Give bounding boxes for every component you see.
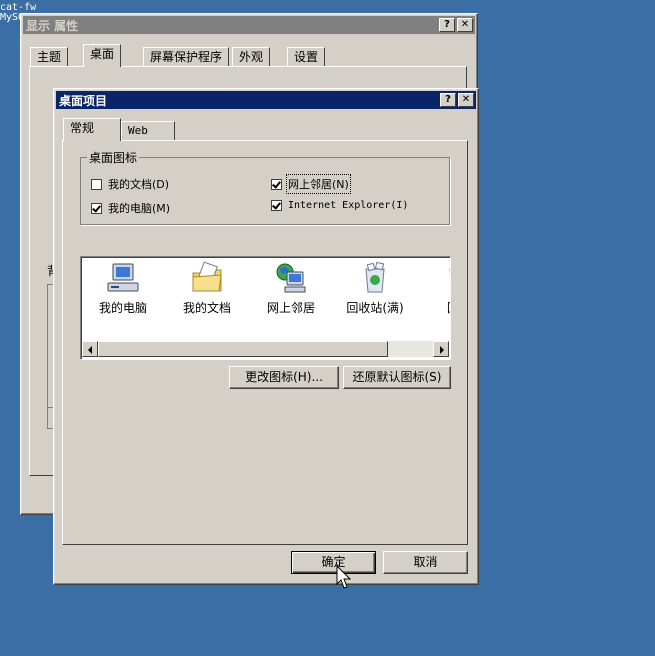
checkbox-label: Internet Explorer(I) xyxy=(288,200,409,211)
my-documents-icon xyxy=(192,261,222,292)
mouse-pointer-icon xyxy=(336,565,352,589)
arrow-right-icon xyxy=(440,346,444,354)
recycle-bin-full-icon xyxy=(365,261,385,293)
scroll-left-button[interactable] xyxy=(82,341,98,357)
desktop-icons-legend: 桌面图标 xyxy=(87,149,140,166)
help-icon: ? xyxy=(444,19,450,30)
arrow-left-icon xyxy=(88,346,92,354)
tab-appearance[interactable]: 外观 xyxy=(232,47,271,67)
my-computer-icon xyxy=(107,263,139,292)
checkbox-box[interactable] xyxy=(271,200,282,211)
checkbox-box[interactable] xyxy=(271,178,282,190)
tab-general[interactable]: 常规 xyxy=(63,118,121,141)
list-item-label: 回收站(满) xyxy=(346,301,404,315)
checkbox-my-computer[interactable]: 我的电脑(M) xyxy=(91,200,170,216)
scroll-thumb[interactable] xyxy=(98,341,388,357)
close-icon: ✕ xyxy=(461,94,471,105)
list-item[interactable]: 回收 xyxy=(419,261,450,316)
checkbox-network-places[interactable]: 网上邻居(N) xyxy=(271,174,351,194)
list-item-label: 网上邻居 xyxy=(266,301,315,315)
icon-list-view[interactable]: 我的电脑 我的文档 网上邻居 回收站(满) xyxy=(80,256,451,360)
desktop-items-titlebar: 桌面项目 ? ✕ xyxy=(56,91,476,109)
checkbox-label: 我的电脑(M) xyxy=(108,202,171,215)
checkbox-box[interactable] xyxy=(91,202,102,214)
tab-screensaver[interactable]: 屏幕保护程序 xyxy=(143,47,230,67)
list-item[interactable]: 我的电脑 xyxy=(83,261,163,316)
help-button[interactable]: ? xyxy=(439,18,455,32)
display-properties-titlebar: 显示 属性 ? ✕ xyxy=(23,16,475,34)
change-icon-button[interactable]: 更改图标(H)... xyxy=(229,366,339,389)
tab-desktop[interactable]: 桌面 xyxy=(83,44,122,67)
horizontal-scrollbar[interactable] xyxy=(82,341,449,357)
list-item-label: 我的电脑 xyxy=(98,301,147,315)
list-item-label: 我的文档 xyxy=(182,301,231,315)
checkbox-box[interactable] xyxy=(91,178,102,190)
help-button[interactable]: ? xyxy=(440,93,456,107)
tab-web[interactable]: Web xyxy=(121,121,175,141)
checkbox-label: 我的文档(D) xyxy=(108,178,170,191)
list-item[interactable]: 回收站(满) xyxy=(335,261,415,316)
ok-button[interactable]: 确定 xyxy=(291,551,376,574)
help-icon: ? xyxy=(445,94,451,105)
list-item[interactable]: 我的文档 xyxy=(167,261,247,316)
checkbox-label: 网上邻居(N) xyxy=(286,174,351,194)
network-places-icon xyxy=(276,263,306,293)
tab-themes[interactable]: 主题 xyxy=(30,47,69,67)
cancel-button[interactable]: 取消 xyxy=(383,551,468,574)
tab-settings[interactable]: 设置 xyxy=(287,47,326,67)
display-properties-title: 显示 属性 xyxy=(26,18,79,33)
list-item[interactable]: 网上邻居 xyxy=(251,261,331,316)
list-item-label: 回收 xyxy=(419,299,450,316)
checkbox-internet-explorer[interactable]: Internet Explorer(I) xyxy=(271,200,408,211)
desktop-items-title: 桌面项目 xyxy=(59,93,108,108)
desktop-items-dialog: 桌面项目 ? ✕ 常规 Web 桌面图标 我的文档(D) 网上邻居(N) 我的电… xyxy=(53,88,479,585)
close-icon: ✕ xyxy=(460,19,470,30)
scroll-right-button[interactable] xyxy=(433,341,449,357)
close-button[interactable]: ✕ xyxy=(457,18,473,32)
close-button[interactable]: ✕ xyxy=(458,93,474,107)
checkbox-my-documents[interactable]: 我的文档(D) xyxy=(91,176,169,192)
recycle-bin-empty-icon xyxy=(449,268,450,275)
restore-default-button[interactable]: 还原默认图标(S) xyxy=(343,366,451,389)
